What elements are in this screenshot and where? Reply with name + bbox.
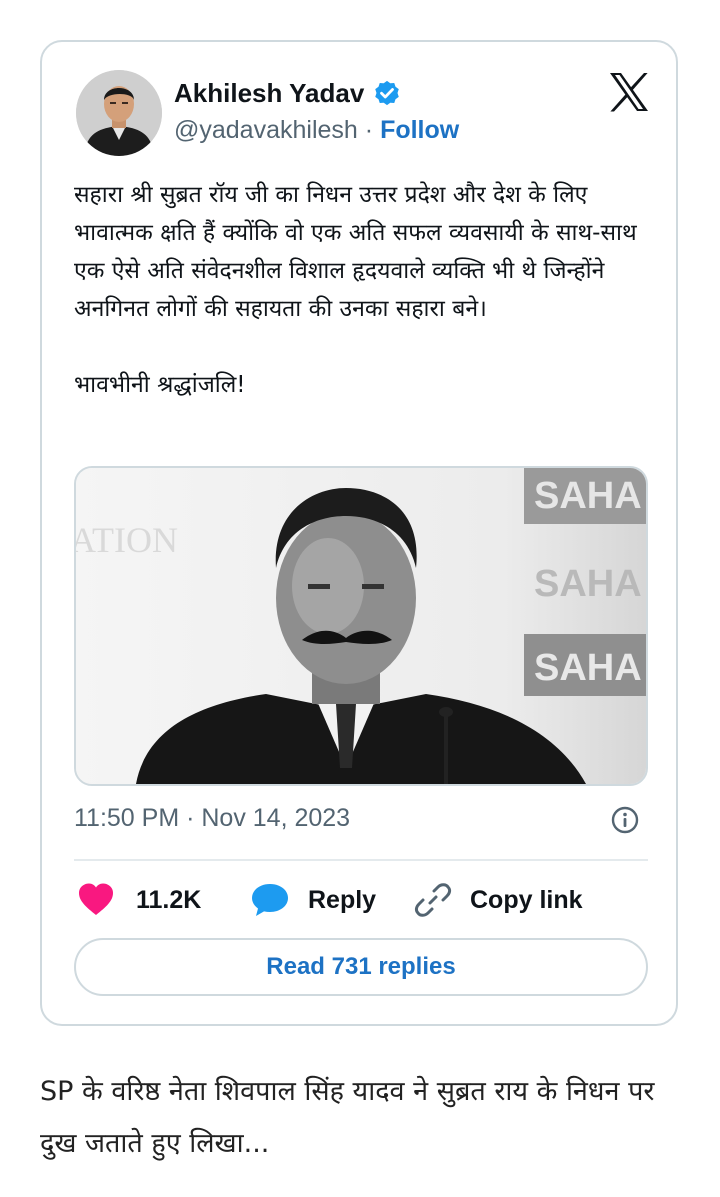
backdrop-text-1: SAHA: [534, 475, 642, 517]
handle-separator: ·: [364, 116, 374, 144]
tweet-embed-card[interactable]: Akhilesh Yadav @yadavakhilesh · Follow स…: [40, 40, 678, 1026]
x-logo-icon[interactable]: [608, 72, 650, 112]
tweet-timestamp[interactable]: 11:50 PM · Nov 14, 2023: [74, 804, 350, 833]
tweet-body: सहारा श्री सुब्रत रॉय जी का निधन उत्तर प…: [74, 182, 637, 322]
tweet-actions: 11.2K Reply Copy link: [74, 876, 648, 924]
tweet-photo[interactable]: SAHA SAHA SAHA ATION: [74, 466, 648, 786]
copy-link-button[interactable]: Copy link: [414, 876, 583, 924]
verified-badge-icon: [375, 80, 400, 105]
tweet-text: सहारा श्री सुब्रत रॉय जी का निधन उत्तर प…: [74, 176, 654, 404]
link-icon: [414, 883, 452, 917]
author-name[interactable]: Akhilesh Yadav: [174, 78, 364, 109]
reply-label: Reply: [308, 885, 377, 914]
backdrop-text-4: ATION: [76, 520, 178, 560]
divider: [74, 859, 648, 861]
article-caption: SP के वरिष्ठ नेता शिवपाल सिंह यादव ने सु…: [40, 1076, 655, 1159]
reply-button[interactable]: Reply: [250, 876, 376, 924]
author-name-row[interactable]: Akhilesh Yadav: [174, 78, 402, 109]
backdrop-text-2: SAHA: [534, 563, 642, 605]
tweet-tribute-line: भावभीनी श्रद्धांजलि!: [74, 372, 246, 398]
info-icon[interactable]: [610, 805, 640, 835]
speech-bubble-icon: [252, 884, 288, 916]
heart-icon: [79, 883, 113, 915]
like-button[interactable]: 11.2K: [78, 876, 201, 924]
author-handle-row: @yadavakhilesh · Follow: [174, 116, 459, 145]
follow-button[interactable]: Follow: [380, 116, 459, 144]
author-handle[interactable]: @yadavakhilesh: [174, 116, 358, 144]
read-replies-button[interactable]: Read 731 replies: [74, 938, 648, 996]
like-count: 11.2K: [136, 885, 202, 914]
backdrop-text-3: SAHA: [534, 647, 642, 689]
author-avatar[interactable]: [76, 70, 162, 156]
copy-link-label: Copy link: [470, 885, 583, 914]
